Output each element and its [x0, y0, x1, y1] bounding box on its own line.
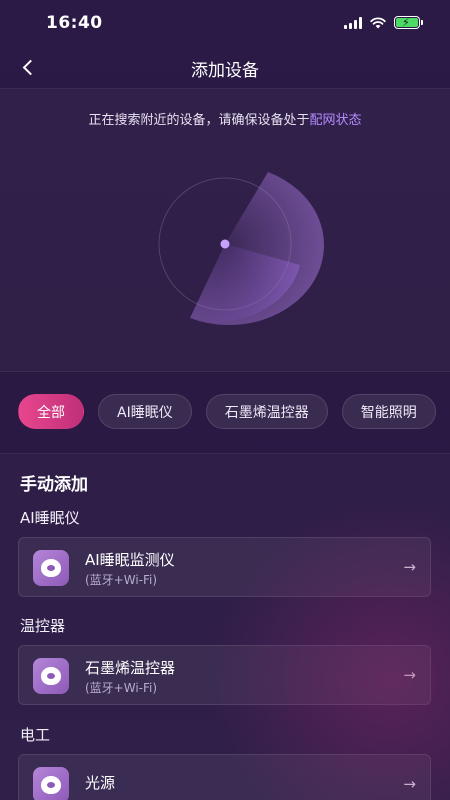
manual-add-section: 手动添加 AI睡眠仪 AI睡眠监测仪 (蓝牙+Wi-Fi) → 温控器 石墨烯温… — [0, 453, 450, 800]
device-item-graphene-thermostat[interactable]: 石墨烯温控器 (蓝牙+Wi-Fi) → — [18, 645, 431, 705]
device-item-light-source[interactable]: 光源 → — [18, 754, 431, 800]
filter-tab-all[interactable]: 全部 — [18, 394, 84, 429]
arrow-right-icon: → — [403, 558, 416, 576]
device-item-ai-sleep-monitor[interactable]: AI睡眠监测仪 (蓝牙+Wi-Fi) → — [18, 537, 431, 597]
wifi-icon — [370, 16, 386, 28]
device-app-icon — [33, 658, 69, 694]
filter-tab-graphene-thermostat[interactable]: 石墨烯温控器 — [205, 394, 328, 429]
arrow-right-icon: → — [403, 775, 416, 793]
filter-tab-smart-lighting[interactable]: 智能照明 — [341, 394, 436, 429]
category-label-electrical: 电工 — [20, 726, 51, 744]
device-connection-type: (蓝牙+Wi-Fi) — [85, 681, 158, 695]
cellular-signal-icon — [344, 16, 362, 29]
device-connection-type: (蓝牙+Wi-Fi) — [85, 573, 158, 587]
device-app-icon — [33, 550, 69, 586]
manual-add-title: 手动添加 — [20, 475, 88, 495]
status-icons: ⚡ — [344, 16, 423, 29]
add-device-screen: 16:40 ⚡ 添加设备 正在搜索附近的设备，请确保设备处于配网状态 全部 AI… — [0, 0, 450, 800]
status-time: 16:40 — [46, 13, 103, 33]
search-panel: 正在搜索附近的设备，请确保设备处于配网状态 — [0, 88, 450, 372]
nav-bar: 添加设备 — [0, 46, 450, 88]
category-label-ai-sleep: AI睡眠仪 — [20, 509, 80, 527]
radar-scan-graphic — [158, 172, 325, 326]
filter-tabs: 全部 AI睡眠仪 石墨烯温控器 智能照明 — [18, 394, 436, 429]
device-name: 光源 — [85, 774, 116, 792]
radar-center-dot — [220, 239, 230, 249]
battery-icon: ⚡ — [394, 16, 423, 29]
filter-tab-ai-sleep[interactable]: AI睡眠仪 — [98, 394, 192, 429]
arrow-right-icon: → — [403, 666, 416, 684]
device-app-icon — [33, 767, 69, 800]
category-label-thermostat: 温控器 — [20, 617, 66, 635]
device-name: AI睡眠监测仪 — [85, 551, 175, 569]
charging-bolt-icon: ⚡ — [402, 16, 410, 29]
status-bar: 16:40 ⚡ — [0, 0, 450, 46]
page-title: 添加设备 — [191, 61, 259, 81]
device-name: 石墨烯温控器 — [85, 659, 176, 677]
